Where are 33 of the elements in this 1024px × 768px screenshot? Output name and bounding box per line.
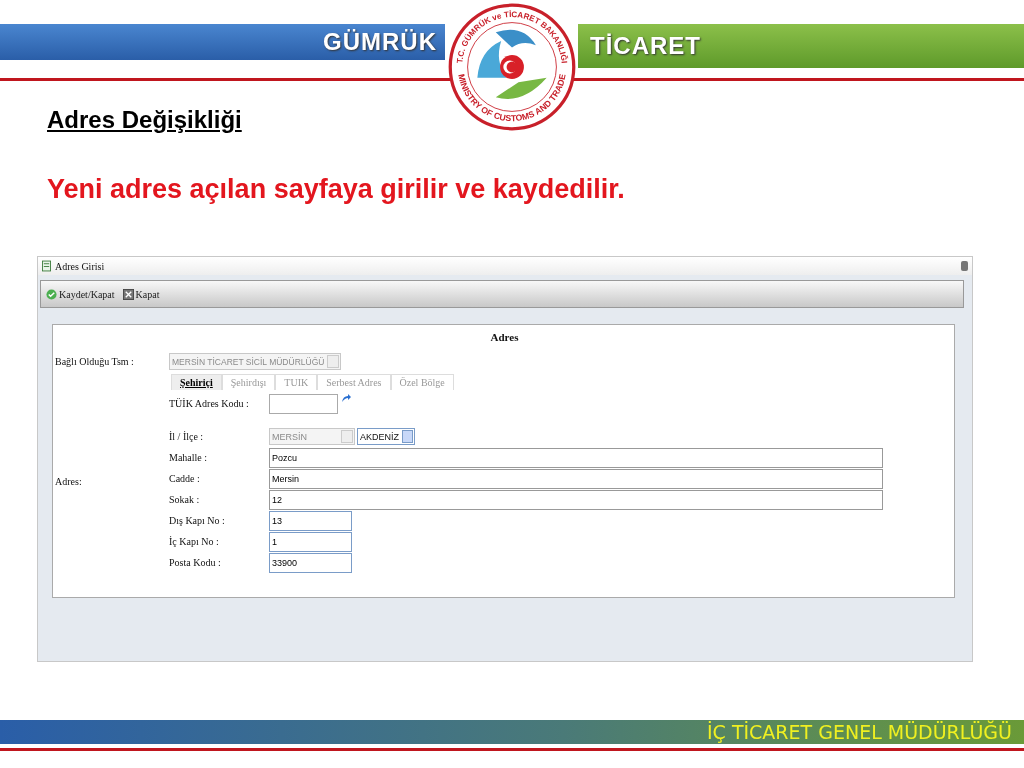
input-field[interactable]: 12 [269,489,883,510]
field-label: Adres: [55,476,83,487]
field-label: Mahalle : [169,452,209,463]
toolbar-button[interactable]: Kaydet/Kapat [44,288,117,300]
form-icon [42,260,51,272]
footer-text: İÇ TİCARET GENEL MÜDÜRLÜĞÜ [706,721,1012,743]
window-close-button[interactable] [961,261,968,271]
toolbar-button[interactable]: Kapat [120,288,162,300]
select-field[interactable]: AKDENİZ [357,428,415,445]
panel-title: Adres [490,331,519,343]
field-label: TÜİK Adres Kodu : [169,398,250,409]
input-field[interactable]: 1 [269,531,352,552]
input-field[interactable] [269,393,338,414]
field-label: İç Kapı No : [169,536,220,547]
check-icon [46,288,57,300]
input-field[interactable]: Mersin [269,468,883,489]
field-label: Bağlı Olduğu Tsm : [55,356,135,367]
address-tab[interactable]: Şehiriçi [171,374,222,390]
input-field[interactable]: 13 [269,510,352,531]
window-title: Adres Girisi [55,260,105,272]
field-label: Cadde : [169,473,201,484]
arrow-icon[interactable] [341,393,351,403]
input-field[interactable]: 33900 [269,552,352,573]
field-label: İl / İlçe : [169,431,205,442]
header-label: GÜMRÜK [323,28,437,56]
field-label: Dış Kapı No : [169,515,226,526]
input-field[interactable]: Pozcu [269,447,883,468]
field-label: Sokak : [169,494,201,505]
field-label: Posta Kodu : [169,557,222,568]
close-icon [122,288,134,300]
header-label: TİCARET [590,32,701,60]
slide-title: Adres Değişikliği [47,106,242,134]
slide-subtitle: Yeni adres açılan sayfaya girilir ve kaydedilir. [47,174,625,205]
